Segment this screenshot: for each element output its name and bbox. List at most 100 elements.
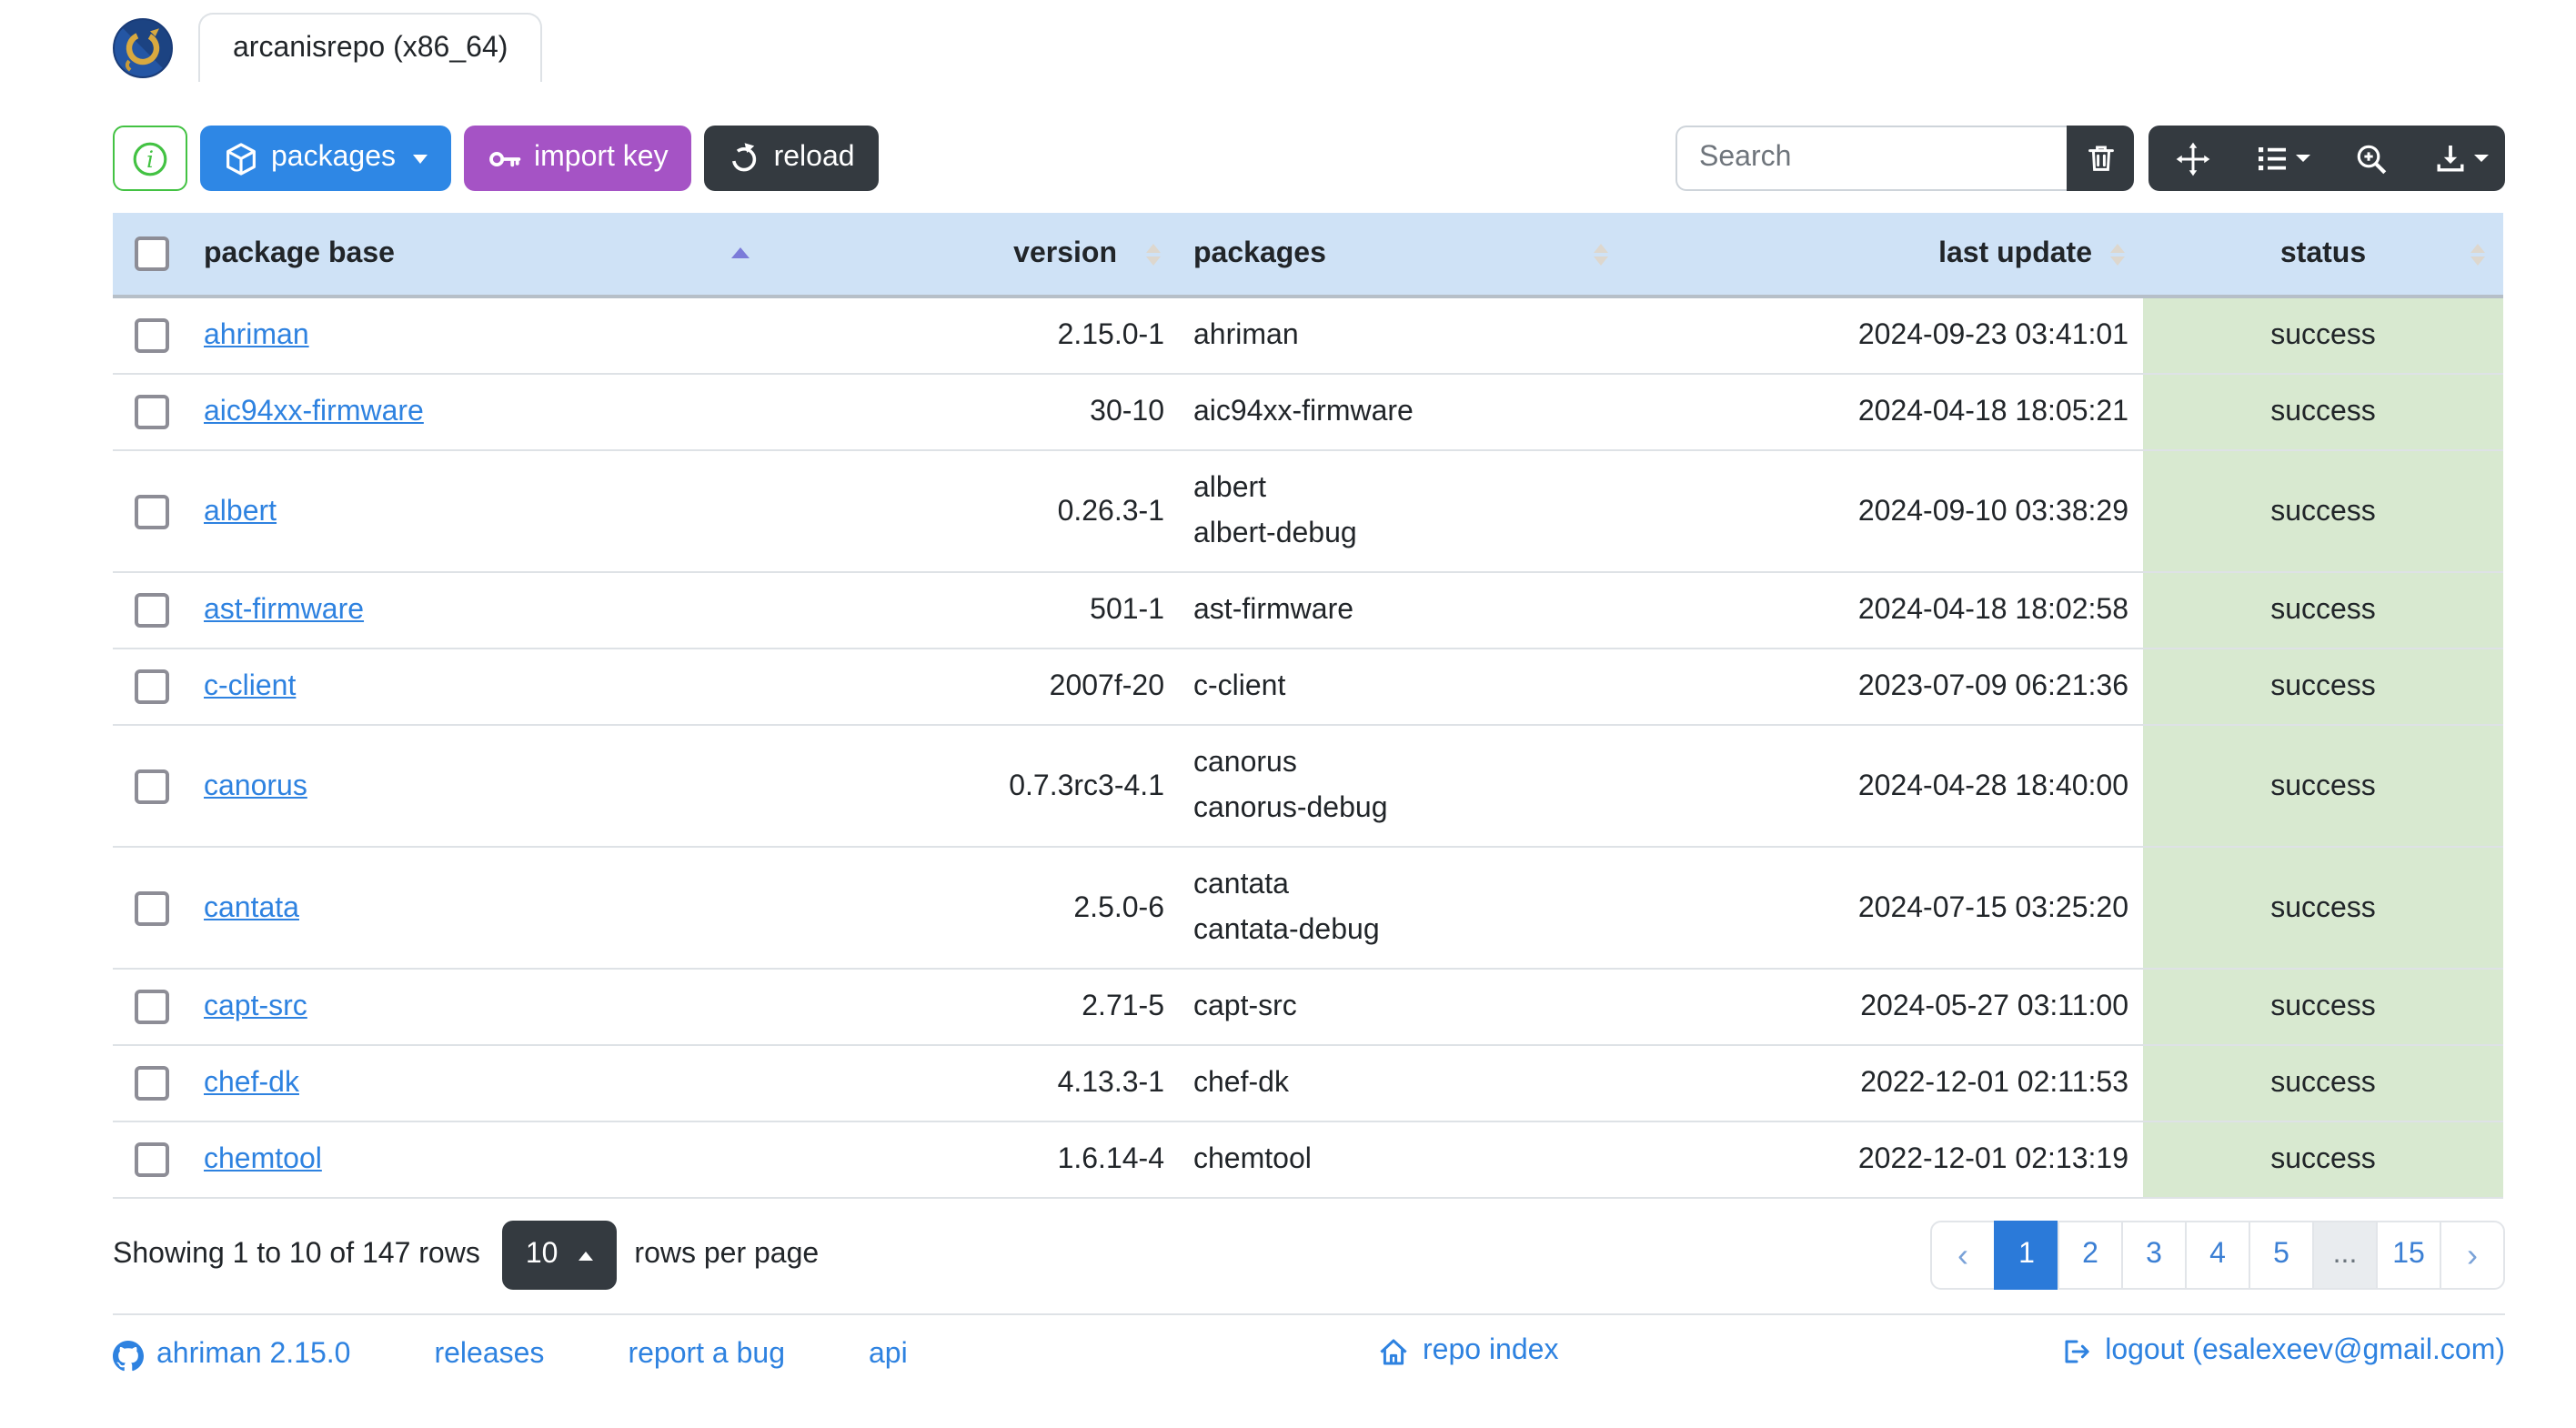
row-select-cell: [113, 571, 189, 649]
page-button-5[interactable]: 5: [2249, 1221, 2314, 1290]
row-select-cell: [113, 846, 189, 969]
packages-cell: ahriman: [1179, 297, 1626, 374]
package-version-cell: 501-1: [764, 571, 1179, 649]
logout-link[interactable]: logout (esalexeev@gmail.com): [2059, 1334, 2505, 1367]
row-checkbox[interactable]: [134, 1066, 168, 1101]
package-version-cell: 2007f-20: [764, 648, 1179, 725]
repo-index-link[interactable]: repo index: [1377, 1334, 1558, 1367]
package-base-link[interactable]: ahriman: [204, 320, 309, 351]
reload-button[interactable]: reload: [704, 126, 879, 191]
status-badge: success: [2143, 297, 2503, 374]
sort-icon: [1594, 243, 1608, 265]
sort-ascending-icon: [731, 246, 750, 257]
page-button-2[interactable]: 2: [2058, 1221, 2123, 1290]
package-base-link[interactable]: ast-firmware: [204, 595, 364, 626]
releases-link[interactable]: releases: [434, 1339, 544, 1372]
search-input[interactable]: [1675, 126, 2067, 191]
row-checkbox[interactable]: [134, 769, 168, 804]
row-checkbox[interactable]: [134, 593, 168, 629]
row-checkbox[interactable]: [134, 990, 168, 1025]
last-update-cell: 2023-07-09 06:21:36: [1626, 648, 2143, 725]
page-button-1[interactable]: 1: [1994, 1221, 2059, 1290]
next-page-button[interactable]: ›: [2440, 1221, 2505, 1290]
status-badge: success: [2143, 648, 2503, 725]
page-button-3[interactable]: 3: [2121, 1221, 2187, 1290]
reload-button-label: reload: [773, 142, 855, 173]
info-button[interactable]: i: [113, 126, 187, 191]
status-badge: success: [2143, 571, 2503, 649]
package-base-link[interactable]: capt-src: [204, 991, 307, 1022]
package-base-link[interactable]: cantata: [204, 892, 299, 923]
package-name: canorus-debug: [1193, 793, 1388, 824]
row-checkbox[interactable]: [134, 395, 168, 430]
columns-dropdown-button[interactable]: [2238, 126, 2327, 191]
page-button-4[interactable]: 4: [2185, 1221, 2250, 1290]
status-badge: success: [2143, 449, 2503, 572]
list-columns-icon: [2258, 147, 2285, 171]
footer-link-label: logout (esalexeev@gmail.com): [2105, 1334, 2505, 1365]
package-base-link[interactable]: albert: [204, 496, 277, 527]
chevron-down-icon: [2473, 155, 2488, 162]
table-row: canorus 0.7.3rc3-4.1 canorus canorus-debug 2…: [113, 724, 2503, 847]
package-base-cell: capt-src: [189, 968, 764, 1045]
table-row: albert 0.26.3-1 albert albert-debug 2024-09-…: [113, 449, 2503, 572]
package-version-cell: 1.6.14-4: [764, 1121, 1179, 1199]
package-base-link[interactable]: canorus: [204, 770, 307, 801]
sort-icon: [2470, 243, 2485, 265]
column-header-last-update[interactable]: last update: [1626, 213, 2143, 298]
package-base-cell: ahriman: [189, 297, 764, 374]
package-base-cell: chef-dk: [189, 1044, 764, 1121]
row-checkbox[interactable]: [134, 318, 168, 354]
select-all-header: [113, 213, 189, 298]
pagination-summary: Showing 1 to 10 of 147 rows: [113, 1239, 480, 1270]
column-header-status[interactable]: status: [2143, 213, 2503, 298]
package-base-link[interactable]: chemtool: [204, 1144, 322, 1175]
table-controls-group: [2148, 126, 2505, 191]
row-select-cell: [113, 449, 189, 572]
row-checkbox[interactable]: [134, 669, 168, 705]
ahriman-version-link[interactable]: ahriman 2.15.0: [113, 1339, 350, 1372]
last-update-cell: 2024-09-10 03:38:29: [1626, 449, 2143, 572]
package-name: aic94xx-firmware: [1193, 397, 1414, 427]
column-header-version[interactable]: version: [764, 213, 1179, 298]
report-bug-link[interactable]: report a bug: [628, 1339, 785, 1372]
package-name: ahriman: [1193, 320, 1299, 351]
rows-per-page-label: rows per page: [634, 1239, 820, 1270]
import-key-button-label: import key: [534, 142, 669, 173]
package-base-link[interactable]: aic94xx-firmware: [204, 397, 424, 427]
package-base-cell: aic94xx-firmware: [189, 373, 764, 450]
packages-cell: chef-dk: [1179, 1044, 1626, 1121]
row-checkbox[interactable]: [134, 890, 168, 926]
status-badge: success: [2143, 1121, 2503, 1199]
fullscreen-toggle-button[interactable]: [2148, 126, 2238, 191]
last-update-cell: 2024-04-18 18:05:21: [1626, 373, 2143, 450]
column-header-packages[interactable]: packages: [1179, 213, 1626, 298]
table-row: ast-firmware 501-1 ast-firmware 2024-04-18 …: [113, 571, 2503, 649]
repo-tab[interactable]: arcanisrepo (x86_64): [198, 13, 543, 82]
package-base-cell: c-client: [189, 648, 764, 725]
table-row: ahriman 2.15.0-1 ahriman 2024-09-23 03:41:0…: [113, 297, 2503, 374]
row-checkbox[interactable]: [134, 1142, 168, 1178]
api-link[interactable]: api: [869, 1339, 908, 1372]
package-cube-icon: [226, 142, 256, 175]
packages-cell: albert albert-debug: [1179, 449, 1626, 572]
column-header-package-base[interactable]: package base: [189, 213, 764, 298]
page-ellipsis[interactable]: ...: [2312, 1221, 2378, 1290]
clear-filters-button[interactable]: [2067, 126, 2134, 191]
packages-dropdown-button[interactable]: packages: [200, 126, 450, 191]
import-key-button[interactable]: import key: [463, 126, 692, 191]
page-button-15[interactable]: 15: [2376, 1221, 2441, 1290]
footer-link-label: ahriman 2.15.0: [156, 1339, 351, 1370]
select-all-checkbox[interactable]: [134, 236, 168, 271]
sort-icon: [1146, 243, 1161, 265]
status-badge: success: [2143, 846, 2503, 969]
export-dropdown-button[interactable]: [2416, 126, 2505, 191]
package-base-link[interactable]: chef-dk: [204, 1068, 299, 1099]
table-row: capt-src 2.71-5 capt-src 2024-05-27 03:11:0…: [113, 968, 2503, 1045]
package-base-link[interactable]: c-client: [204, 671, 296, 702]
page-size-dropdown[interactable]: 10: [501, 1221, 617, 1290]
previous-page-button[interactable]: ‹: [1930, 1221, 1996, 1290]
row-checkbox[interactable]: [134, 494, 168, 529]
search-toggle-button[interactable]: [2327, 126, 2416, 191]
packages-cell: ast-firmware: [1179, 571, 1626, 649]
